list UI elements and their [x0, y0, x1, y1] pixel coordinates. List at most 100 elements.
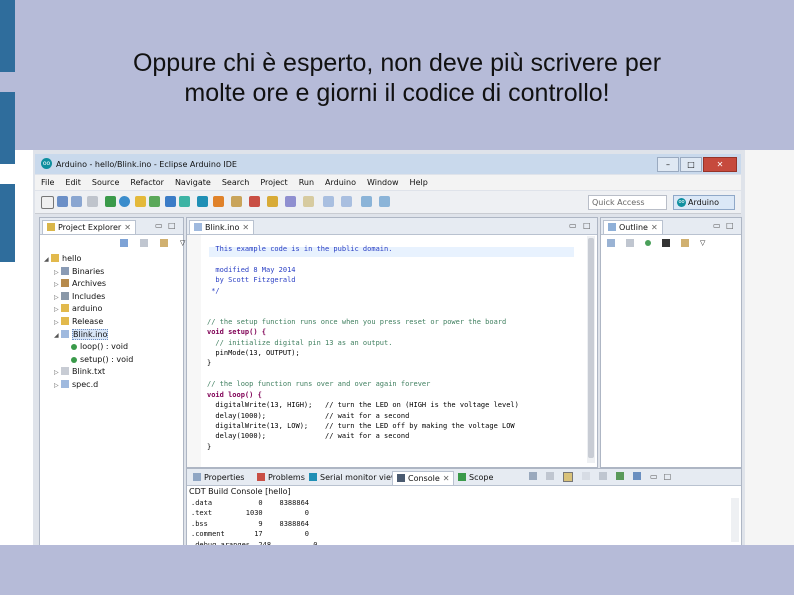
maximize-view-icon[interactable]: □ [583, 221, 591, 230]
run-icon[interactable] [249, 196, 260, 207]
next-annotation-icon[interactable] [323, 196, 334, 207]
clear-console-icon[interactable] [582, 472, 590, 480]
menu-refactor[interactable]: Refactor [124, 175, 169, 190]
chevron-right-icon[interactable]: ▷ [54, 317, 61, 328]
hide-fields-icon[interactable] [645, 240, 651, 246]
print-icon[interactable] [87, 196, 98, 207]
previous-annotation-icon[interactable] [341, 196, 352, 207]
tab-serial-monitor-view[interactable]: Serial monitor view [305, 471, 401, 484]
archives-icon [61, 279, 69, 288]
chevron-down-icon[interactable]: ◢ [44, 254, 51, 265]
close-icon[interactable]: ✕ [242, 223, 249, 232]
minimize-view-icon[interactable]: ▭ [569, 221, 577, 230]
menu-edit[interactable]: Edit [59, 175, 86, 190]
collapse-all-icon[interactable] [120, 239, 128, 247]
library-icon[interactable] [149, 196, 160, 207]
tree-item[interactable]: ▷ Includes [54, 291, 105, 302]
maximize-view-icon[interactable]: □ [664, 472, 672, 482]
menu-search[interactable]: Search [216, 175, 254, 190]
tree-item[interactable]: ▷ Archives [54, 278, 106, 289]
task-icon[interactable] [303, 196, 314, 207]
tab-project-explorer[interactable]: Project Explorer ✕ [42, 220, 136, 234]
scrollbar-thumb[interactable] [588, 238, 594, 458]
sort-icon[interactable] [626, 239, 634, 247]
chevron-right-icon[interactable]: ▷ [54, 304, 61, 315]
tab-scope[interactable]: Scope [454, 471, 497, 484]
close-icon[interactable]: ✕ [651, 223, 658, 232]
tab-problems[interactable]: Problems [253, 471, 309, 484]
menu-window[interactable]: Window [361, 175, 404, 190]
menu-project[interactable]: Project [254, 175, 292, 190]
menu-arduino[interactable]: Arduino [319, 175, 361, 190]
edit-icon[interactable] [285, 196, 296, 207]
editor-scrollbar[interactable] [587, 236, 595, 463]
save-all-icon[interactable] [71, 196, 82, 207]
arduino-perspective-button[interactable]: oo Arduino [673, 195, 735, 210]
chevron-right-icon[interactable]: ▷ [54, 380, 61, 391]
serial-monitor-icon[interactable] [197, 196, 208, 207]
close-icon[interactable]: ✕ [443, 474, 450, 483]
hide-static-icon[interactable] [662, 239, 670, 247]
tab-properties[interactable]: Properties [189, 471, 248, 484]
maximize-view-icon[interactable]: □ [726, 221, 734, 230]
menu-run[interactable]: Run [293, 175, 319, 190]
tree-item[interactable]: ▷ Release [54, 316, 103, 327]
tree-item[interactable]: ▷ Blink.txt [54, 366, 105, 377]
tree-item[interactable]: ▷ arduino [54, 303, 102, 314]
copy-icon[interactable] [599, 472, 607, 480]
chevron-right-icon[interactable]: ▷ [54, 267, 61, 278]
tree-item[interactable]: ◢ Blink.ino [54, 328, 109, 341]
view-menu-icon[interactable]: ▽ [180, 239, 185, 247]
chevron-down-icon[interactable]: ◢ [54, 330, 61, 341]
tree-item[interactable]: ◢ hello [44, 253, 81, 264]
back-icon[interactable] [361, 196, 372, 207]
menu-source[interactable]: Source [86, 175, 124, 190]
view-menu-icon[interactable]: ▽ [700, 239, 705, 247]
chevron-right-icon[interactable]: ▷ [54, 292, 61, 303]
tab-outline[interactable]: Outline ✕ [603, 220, 663, 234]
new-sketch-icon[interactable] [135, 196, 146, 207]
minimize-view-icon[interactable]: ▭ [155, 221, 163, 230]
tree-item[interactable]: setup() : void [64, 354, 133, 365]
tab-console[interactable]: Console ✕ [392, 471, 455, 485]
maximize-view-icon[interactable]: □ [168, 221, 176, 230]
verify-icon[interactable] [105, 196, 116, 207]
quick-access-input[interactable]: Quick Access [588, 195, 667, 210]
menu-navigate[interactable]: Navigate [169, 175, 216, 190]
open-type-icon[interactable] [267, 196, 278, 207]
filter-icon[interactable] [681, 239, 689, 247]
tree-item[interactable]: loop() : void [64, 341, 128, 352]
menu-file[interactable]: File [35, 175, 59, 190]
tree-item[interactable]: ▷ spec.d [54, 379, 98, 390]
display-selected-console-icon[interactable] [616, 472, 624, 480]
bug-icon[interactable] [213, 196, 224, 207]
search-icon[interactable] [165, 196, 176, 207]
upload-icon[interactable] [119, 196, 130, 207]
build-icon[interactable] [231, 196, 242, 207]
scroll-lock-icon[interactable] [546, 472, 554, 480]
tab-blink-ino[interactable]: Blink.ino ✕ [189, 220, 255, 234]
pin-icon[interactable] [529, 472, 537, 480]
tab-label: Properties [204, 473, 245, 482]
chevron-right-icon[interactable]: ▷ [54, 279, 61, 290]
code-area[interactable]: This example code is in the public domai… [207, 244, 519, 452]
link-editor-icon[interactable] [140, 239, 148, 247]
debug-icon[interactable] [179, 196, 190, 207]
word-wrap-icon[interactable] [563, 472, 573, 482]
menu-help[interactable]: Help [404, 175, 433, 190]
minimize-view-icon[interactable]: ▭ [650, 472, 658, 482]
forward-icon[interactable] [379, 196, 390, 207]
tree-item[interactable]: ▷ Binaries [54, 266, 104, 277]
collapse-all-icon[interactable] [607, 239, 615, 247]
open-console-icon[interactable] [633, 472, 641, 480]
save-icon[interactable] [57, 196, 68, 207]
minimize-view-icon[interactable]: ▭ [713, 221, 721, 230]
new-icon[interactable] [41, 196, 54, 209]
chevron-right-icon[interactable]: ▷ [54, 367, 61, 378]
console-scrollbar[interactable] [731, 498, 739, 542]
close-icon[interactable]: ✕ [124, 223, 131, 232]
maximize-button[interactable]: □ [680, 157, 702, 172]
filter-icon[interactable] [160, 239, 168, 247]
minimize-button[interactable]: – [657, 157, 679, 172]
close-button[interactable]: ✕ [703, 157, 737, 172]
